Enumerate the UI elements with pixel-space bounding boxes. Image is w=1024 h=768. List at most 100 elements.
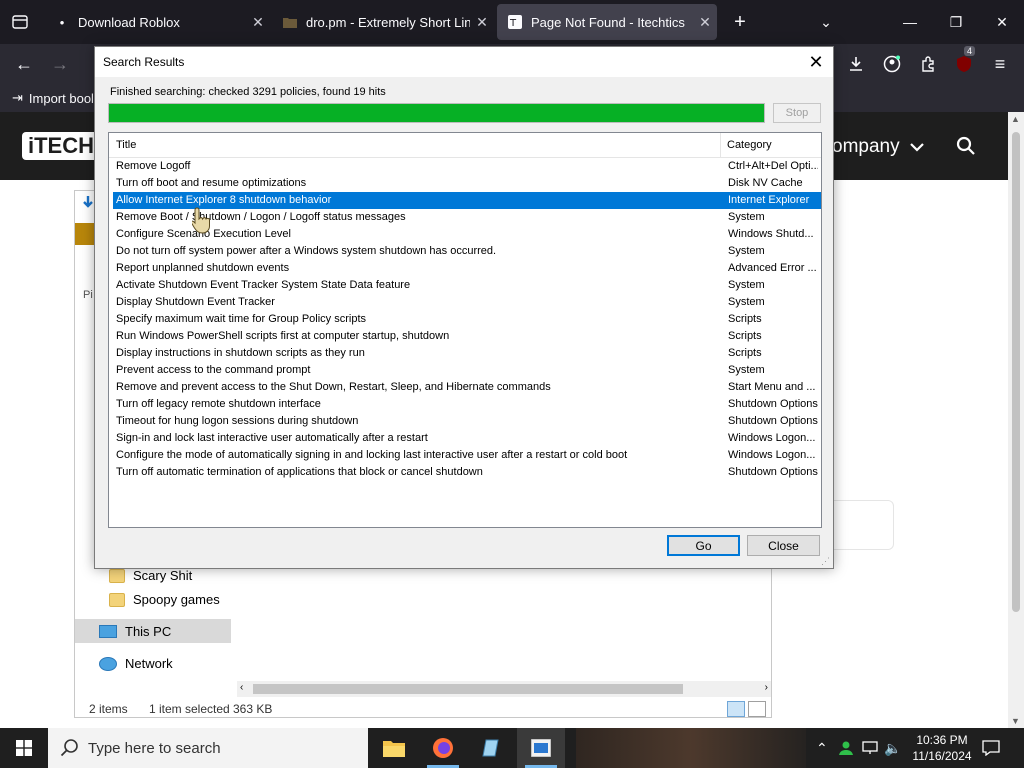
minimize-button[interactable]: — (898, 10, 922, 34)
site-search-icon[interactable] (956, 136, 976, 159)
resize-grip-icon[interactable]: ⋰ (821, 556, 831, 566)
clock-time: 10:36 PM (916, 733, 968, 747)
hand-cursor-icon (192, 207, 210, 234)
details-view-icon[interactable] (727, 701, 745, 717)
table-row[interactable]: Turn off legacy remote shutdown interfac… (113, 396, 821, 413)
row-category: Windows Shutd... (728, 228, 814, 240)
tab-close-icon[interactable]: ✕ (693, 14, 717, 31)
stop-button[interactable]: Stop (773, 103, 821, 123)
row-title: Remove Logoff (116, 160, 191, 172)
maximize-button[interactable]: ❐ (944, 10, 968, 34)
table-row[interactable]: Prevent access to the command prompt Syst… (113, 362, 821, 379)
tab-download-roblox[interactable]: • Download Roblox ✕ (44, 4, 270, 40)
large-icons-view-icon[interactable] (748, 701, 766, 717)
sidebar-item-scary-shit[interactable]: Scary Shit (109, 568, 192, 583)
scroll-up-icon[interactable]: ▲ (1011, 114, 1020, 124)
downloads-icon[interactable] (844, 52, 868, 76)
scroll-down-icon[interactable]: ▼ (1011, 716, 1020, 726)
row-category: Shutdown Options (728, 466, 818, 478)
back-arrow-icon[interactable]: ← (12, 52, 36, 76)
column-header-category[interactable]: Category (727, 139, 772, 151)
tab-list-button[interactable] (8, 10, 32, 34)
sidebar-item-this-pc[interactable]: This PC (99, 624, 171, 639)
user-status-icon[interactable] (838, 728, 854, 768)
extensions-puzzle-icon[interactable] (916, 52, 940, 76)
volume-icon[interactable]: 🔈 (884, 728, 901, 768)
table-row[interactable]: Timeout for hung logon sessions during s… (113, 413, 821, 430)
results-list[interactable]: Title Category Remove Logoff Ctrl+Alt+Del… (108, 132, 822, 528)
tab-page-not-found[interactable]: T Page Not Found - Itechtics ✕ (497, 4, 717, 40)
ublock-origin-icon[interactable]: 4 (952, 46, 976, 76)
tab-overflow-chevron-icon[interactable]: ⌄ (814, 10, 838, 34)
row-title: Sign-in and lock last interactive user a… (116, 432, 428, 444)
horizontal-scroll-thumb[interactable] (253, 684, 683, 694)
policy-plus-taskbar-button[interactable] (517, 728, 565, 768)
tab-close-icon[interactable]: ✕ (246, 14, 270, 31)
table-row[interactable]: Turn off boot and resume optimizations Di… (113, 175, 821, 192)
close-button[interactable]: Close (747, 535, 820, 556)
table-row[interactable]: Remove Logoff Ctrl+Alt+Del Opti... (113, 158, 821, 175)
row-category: System (728, 279, 765, 291)
site-nav-company[interactable]: ompany (832, 136, 924, 158)
row-category: Windows Logon... (728, 432, 816, 444)
row-category: Shutdown Options (728, 398, 818, 410)
forward-arrow-icon[interactable]: → (48, 52, 72, 76)
import-bookmarks-link[interactable]: ⇥ Import bool (12, 90, 94, 106)
table-row[interactable]: Run Windows PowerShell scripts first at … (113, 328, 821, 345)
dialog-close-icon[interactable]: ✕ (805, 51, 827, 73)
menu-hamburger-icon[interactable]: ≡ (988, 52, 1012, 76)
row-title: Display instructions in shutdown scripts… (116, 347, 365, 359)
notepad-taskbar-button[interactable] (468, 728, 516, 768)
new-tab-button[interactable]: + (728, 10, 752, 34)
sidebar-item-label: Scary Shit (133, 568, 193, 583)
table-row[interactable]: Remove Boot / Shutdown / Logon / Logoff … (113, 209, 821, 226)
import-icon: ⇥ (12, 90, 23, 105)
status-item-count: 2 items (89, 702, 128, 716)
network-tray-icon[interactable] (862, 728, 878, 768)
table-row[interactable]: Allow Internet Explorer 8 shutdown behav… (113, 192, 821, 209)
tab-title: Download Roblox (78, 14, 180, 30)
tab-dro-pm[interactable]: dro.pm - Extremely Short Links ✕ (272, 4, 494, 40)
table-row[interactable]: Configure Scenario Execution Level Window… (113, 226, 821, 243)
page-scrollbar[interactable]: ▲ ▼ (1008, 112, 1024, 728)
itechtics-logo[interactable]: iTECH (22, 132, 100, 160)
start-button[interactable] (0, 728, 48, 768)
tab-close-icon[interactable]: ✕ (470, 14, 494, 31)
column-header-title[interactable]: Title (116, 139, 136, 151)
notifications-icon[interactable] (982, 728, 1000, 768)
scroll-left-icon[interactable]: ‹ (240, 682, 243, 693)
table-row[interactable]: Activate Shutdown Event Tracker System S… (113, 277, 821, 294)
file-explorer-taskbar-button[interactable] (370, 728, 418, 768)
table-row[interactable]: Turn off automatic termination of applic… (113, 464, 821, 481)
table-row[interactable]: Report unplanned shutdown events Advanced… (113, 260, 821, 277)
table-row[interactable]: Configure the mode of automatically sign… (113, 447, 821, 464)
tab-title: Page Not Found - Itechtics (531, 14, 685, 30)
scroll-right-icon[interactable]: › (765, 682, 768, 693)
sidebar-item-network[interactable]: Network (99, 656, 173, 671)
row-title: Turn off legacy remote shutdown interfac… (116, 398, 321, 410)
column-separator[interactable] (720, 133, 721, 157)
account-icon[interactable] (880, 52, 904, 76)
table-row[interactable]: Display instructions in shutdown scripts… (113, 345, 821, 362)
table-row[interactable]: Do not turn off system power after a Win… (113, 243, 821, 260)
show-hidden-icons[interactable]: ⌃ (816, 728, 828, 768)
row-category: Scripts (728, 330, 762, 342)
clock-date: 11/16/2024 (912, 749, 972, 763)
site-nav-label: ompany (832, 136, 900, 157)
table-row[interactable]: Specify maximum wait time for Group Poli… (113, 311, 821, 328)
go-button[interactable]: Go (667, 535, 740, 556)
firefox-taskbar-button[interactable] (419, 728, 467, 768)
table-row[interactable]: Remove and prevent access to the Shut Do… (113, 379, 821, 396)
taskbar-search[interactable]: Type here to search (48, 728, 368, 768)
system-clock[interactable]: 10:36 PM 11/16/2024 (902, 732, 982, 764)
row-title: Allow Internet Explorer 8 shutdown behav… (116, 194, 332, 206)
table-row[interactable]: Sign-in and lock last interactive user a… (113, 430, 821, 447)
table-row[interactable]: Display Shutdown Event Tracker System (113, 294, 821, 311)
horizontal-scrollbar[interactable]: ‹ › (237, 681, 771, 697)
close-window-button[interactable]: ✕ (990, 10, 1014, 34)
row-title: Do not turn off system power after a Win… (116, 245, 497, 257)
progress-fill (109, 104, 764, 122)
page-scroll-thumb[interactable] (1012, 132, 1020, 612)
sidebar-item-spoopy-games[interactable]: Spoopy games (109, 592, 220, 607)
row-title: Turn off automatic termination of applic… (116, 466, 483, 478)
